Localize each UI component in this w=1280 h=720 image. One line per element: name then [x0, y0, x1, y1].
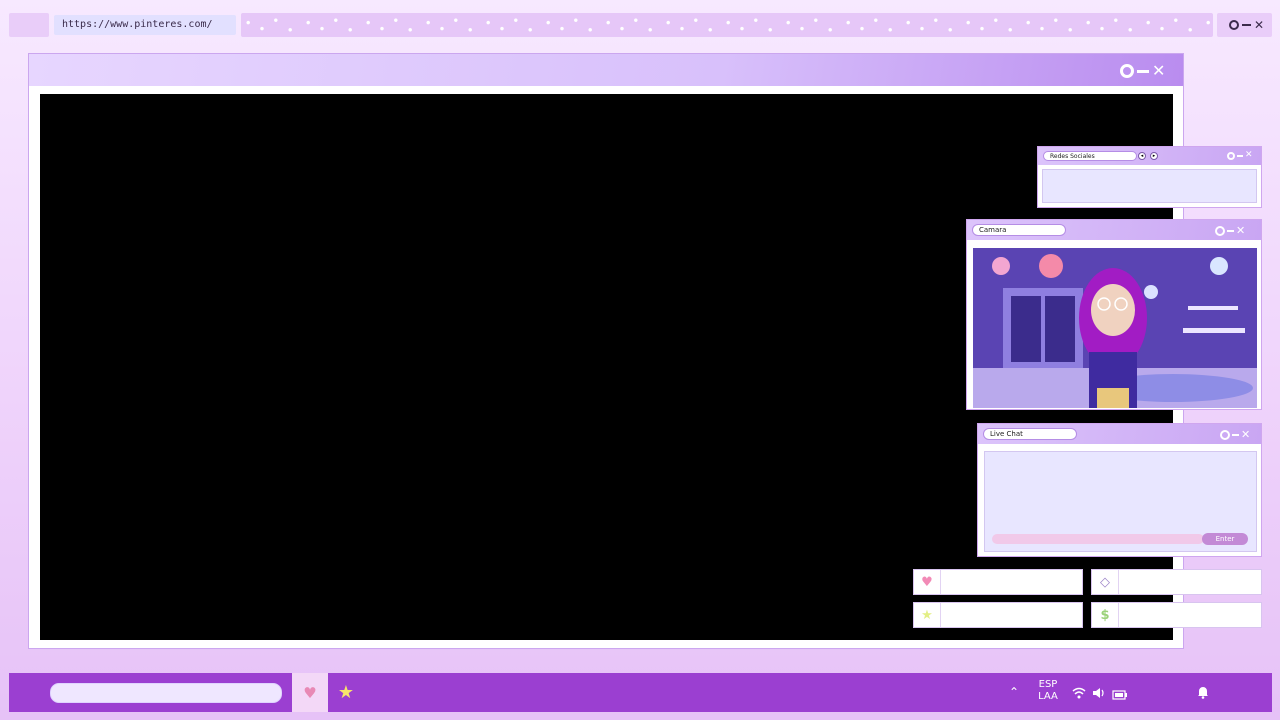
close-icon[interactable]: ✕ — [1236, 225, 1245, 236]
top-bar-left-tab — [9, 13, 49, 37]
volume-icon[interactable] — [1092, 684, 1106, 703]
maximize-icon[interactable] — [1229, 20, 1239, 30]
social-window-controls: ✕ — [1227, 151, 1253, 160]
heart-icon[interactable]: ♥ — [292, 673, 328, 712]
next-arrow-icon[interactable]: ▸ — [1150, 152, 1158, 160]
tab-strip — [241, 13, 1213, 37]
battery-icon[interactable] — [1112, 685, 1128, 704]
stat-box-money: $ — [1091, 602, 1262, 628]
maximize-icon[interactable] — [1220, 429, 1230, 440]
camera-window: Camara ✕ — [966, 219, 1262, 410]
chat-enter-button[interactable]: Enter — [1202, 533, 1248, 545]
webcam-avatar-feed — [973, 248, 1257, 408]
diamond-icon: ◇ — [1092, 570, 1119, 594]
maximize-icon[interactable] — [1215, 225, 1225, 236]
minimize-icon[interactable] — [1227, 229, 1234, 232]
main-window-controls: ✕ — [1120, 63, 1165, 79]
minimize-icon[interactable] — [1242, 24, 1251, 26]
star-icon: ★ — [914, 603, 941, 627]
minimize-icon[interactable] — [1237, 154, 1243, 157]
heart-icon: ♥ — [914, 570, 941, 594]
camera-window-controls: ✕ — [1215, 225, 1245, 236]
social-content — [1042, 169, 1257, 203]
region-code: LAA — [1038, 691, 1058, 702]
vtuber-room-illustration — [973, 248, 1257, 408]
stat-box-hearts: ♥ — [913, 569, 1083, 595]
dollar-icon: $ — [1092, 603, 1119, 627]
taskbar: ♥ ★ ⌃ ESP LAA — [9, 673, 1272, 712]
stat-box-diamonds: ◇ — [1091, 569, 1262, 595]
language-code: ESP — [1038, 679, 1058, 690]
camera-window-label: Camara — [972, 224, 1066, 236]
social-window: Redes Sociales ◂ ▸ ✕ — [1037, 146, 1262, 208]
chat-window: Live Chat ✕ Enter — [977, 423, 1262, 557]
stat-box-stars: ★ — [913, 602, 1083, 628]
maximize-icon[interactable] — [1120, 64, 1134, 78]
minimize-icon[interactable] — [1232, 433, 1239, 436]
taskbar-search-input[interactable] — [50, 683, 282, 703]
close-icon[interactable]: ✕ — [1152, 63, 1165, 79]
close-icon[interactable]: ✕ — [1254, 19, 1264, 31]
close-icon[interactable]: ✕ — [1245, 151, 1253, 160]
chevron-up-icon[interactable]: ⌃ — [1009, 685, 1019, 699]
minimize-icon[interactable] — [1137, 69, 1149, 73]
url-bar[interactable]: https://www.pinteres.com/ — [54, 15, 236, 35]
close-icon[interactable]: ✕ — [1241, 429, 1250, 440]
wifi-icon[interactable] — [1072, 684, 1086, 703]
chat-window-label: Live Chat — [983, 428, 1077, 440]
main-window-titlebar — [29, 54, 1183, 86]
star-icon[interactable]: ★ — [334, 673, 358, 712]
maximize-icon[interactable] — [1227, 151, 1235, 160]
social-window-label: Redes Sociales — [1043, 151, 1137, 161]
prev-arrow-icon[interactable]: ◂ — [1138, 152, 1146, 160]
language-indicator[interactable]: ESP LAA — [1034, 679, 1062, 703]
notification-bell-icon[interactable] — [1197, 684, 1209, 703]
top-window-controls: ✕ — [1229, 19, 1264, 31]
chat-window-controls: ✕ — [1220, 429, 1250, 440]
chat-input-field[interactable] — [992, 534, 1204, 544]
